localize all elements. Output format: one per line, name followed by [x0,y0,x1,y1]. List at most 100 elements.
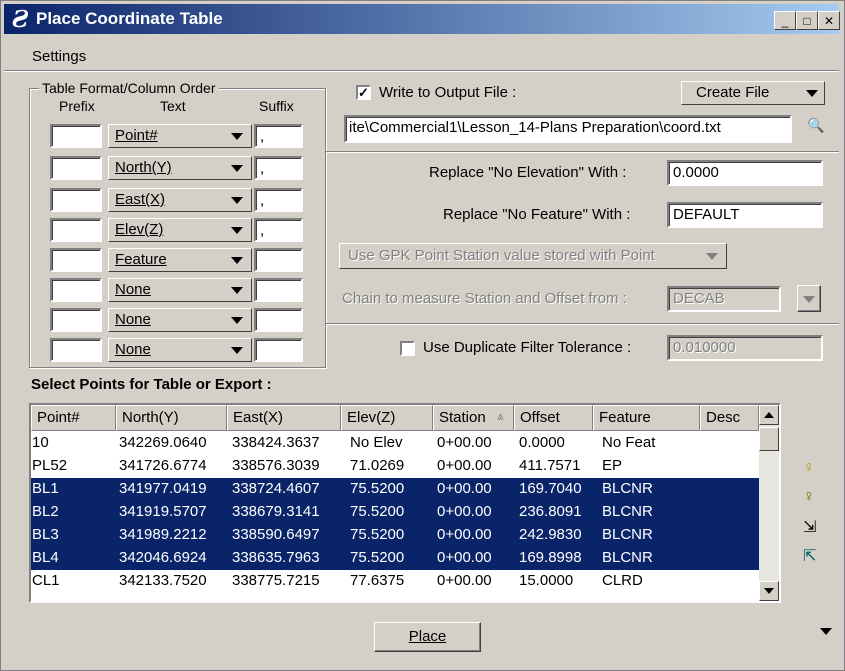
replace-elevation-input[interactable]: 0.0000 [667,160,823,186]
scroll-thumb[interactable] [759,427,779,451]
place-button[interactable]: Place [374,622,481,652]
column-header[interactable]: Station ⩓ [433,405,514,431]
replace-elevation-value: 0.0000 [673,164,719,181]
menu-divider [4,70,839,72]
graphic-select-icon[interactable]: ⇱ [803,546,816,566]
column-header[interactable]: Feature [593,405,700,431]
chain-value: DECAB [673,290,725,307]
search-icon[interactable]: 🔍 [807,117,824,134]
close-button[interactable]: ✕ [818,11,840,30]
points-scrollbar[interactable] [759,405,779,601]
checkmark-icon: ✓ [358,85,369,100]
cell-station: 0+00.00 [437,503,492,520]
replace-feature-input[interactable]: DEFAULT [667,202,823,228]
chevron-down-icon [231,257,243,264]
select-in-view-icon[interactable]: ⇲ [803,517,816,537]
deselect-all-icon[interactable]: ♀ [803,488,815,506]
chevron-down-icon [231,287,243,294]
output-file-path-value: ite\Commercial1\Lesson_14-Plans Preparat… [349,119,721,136]
prefix-input[interactable] [50,278,102,302]
text-column-dropdown[interactable]: Point# [108,124,252,148]
table-row[interactable]: BL3 341989.2212 338590.6497 75.5200 0+00.00 2… [31,524,759,547]
column-header[interactable]: Elev(Z) [341,405,433,431]
column-header-label: Station [439,409,486,426]
cell-station: 0+00.00 [437,572,492,589]
prefix-input[interactable] [50,188,102,212]
table-row[interactable]: CL1 342133.7520 338775.7215 77.6375 0+00.00 1… [31,570,759,593]
scroll-down-button[interactable] [759,581,779,601]
create-file-dropdown[interactable]: Create File [681,81,825,105]
gpk-station-dropdown[interactable]: Use GPK Point Station value stored with … [339,243,727,269]
cell-elev: No Elev [350,434,403,451]
output-file-path-input[interactable]: ite\Commercial1\Lesson_14-Plans Preparat… [344,115,792,143]
column-header[interactable]: North(Y) [116,405,227,431]
duplicate-filter-checkbox[interactable] [400,341,415,356]
suffix-input[interactable]: , [254,124,303,148]
table-row[interactable]: BL1 341977.0419 338724.4607 75.5200 0+00.00 1… [31,478,759,501]
table-row[interactable]: BL4 342046.6924 338635.7963 75.5200 0+00.00 1… [31,547,759,570]
expand-chevron-icon[interactable] [820,628,832,635]
cell-offset: 411.7571 [519,457,581,474]
duplicate-filter-input[interactable]: 0.010000 [667,335,823,361]
text-column-dropdown[interactable]: North(Y) [108,156,252,180]
cell-feature: EP [602,457,623,474]
text-column-dropdown[interactable]: Feature [108,248,252,272]
cell-east: 338679.3141 [232,503,320,520]
text-column-dropdown[interactable]: None [108,338,252,362]
write-output-checkbox[interactable]: ✓ [356,85,371,100]
cell-station: 0+00.00 [437,526,492,543]
suffix-value: , [260,128,265,145]
cell-point: PL52 [32,457,68,474]
cell-offset: 169.8998 [519,549,582,566]
table-row[interactable]: PL52 341726.6774 338576.3039 71.0269 0+00.00… [31,455,759,478]
text-column-dropdown[interactable]: East(X) [108,188,252,212]
table-format-title: Table Format/Column Order [39,80,219,96]
cell-station: 0+00.00 [437,434,492,451]
column-header[interactable]: East(X) [227,405,341,431]
cell-offset: 15.0000 [519,572,574,589]
text-column-value: East(X) [115,191,166,208]
suffix-input[interactable]: , [254,156,303,180]
chain-input[interactable]: DECAB [667,286,781,312]
select-all-icon[interactable]: ♀ [803,459,815,477]
prefix-input[interactable] [50,308,102,332]
cell-point: CL1 [32,572,60,589]
table-row[interactable]: 10 342269.0640 338424.3637 No Elev 0+00.00 0.… [31,432,759,455]
prefix-input[interactable] [50,156,102,180]
prefix-input[interactable] [50,218,102,242]
cell-east: 338576.3039 [232,457,320,474]
chevron-up-icon [764,412,774,418]
text-column-dropdown[interactable]: Elev(Z) [108,218,252,242]
suffix-input[interactable] [254,248,303,272]
suffix-input[interactable] [254,308,303,332]
minimize-button[interactable]: _ [774,11,796,30]
suffix-input[interactable] [254,278,303,302]
cell-east: 338775.7215 [232,572,320,589]
column-header-label: Feature [599,409,651,426]
cell-offset: 0.0000 [519,434,565,451]
suffix-input[interactable]: , [254,218,303,242]
suffix-input[interactable]: , [254,188,303,212]
chevron-down-icon [231,227,243,234]
column-header[interactable]: Desc [700,405,759,431]
column-header[interactable]: Point# [31,405,116,431]
cell-feature: BLCNR [602,526,653,543]
menu-settings[interactable]: Settings [32,48,86,65]
title-bar[interactable]: Ƨ Place Coordinate Table _ □ ✕ [4,4,840,34]
cell-station: 0+00.00 [437,549,492,566]
prefix-input[interactable] [50,124,102,148]
scroll-up-button[interactable] [759,405,779,425]
column-header[interactable]: Offset [514,405,593,431]
points-list[interactable]: Point# North(Y) East(X) Elev(Z) Station ⩓ Offs… [29,403,781,603]
replace-elevation-label: Replace "No Elevation" With : [429,164,627,181]
suffix-input[interactable] [254,338,303,362]
text-column-dropdown[interactable]: None [108,308,252,332]
prefix-input[interactable] [50,248,102,272]
table-row[interactable]: BL2 341919.5707 338679.3141 75.5200 0+00.00 2… [31,501,759,524]
chain-dropdown-button[interactable] [797,285,821,312]
text-column-dropdown[interactable]: None [108,278,252,302]
maximize-button[interactable]: □ [796,11,818,30]
prefix-input[interactable] [50,338,102,362]
cell-north: 341726.6774 [119,457,207,474]
cell-elev: 77.6375 [350,572,405,589]
